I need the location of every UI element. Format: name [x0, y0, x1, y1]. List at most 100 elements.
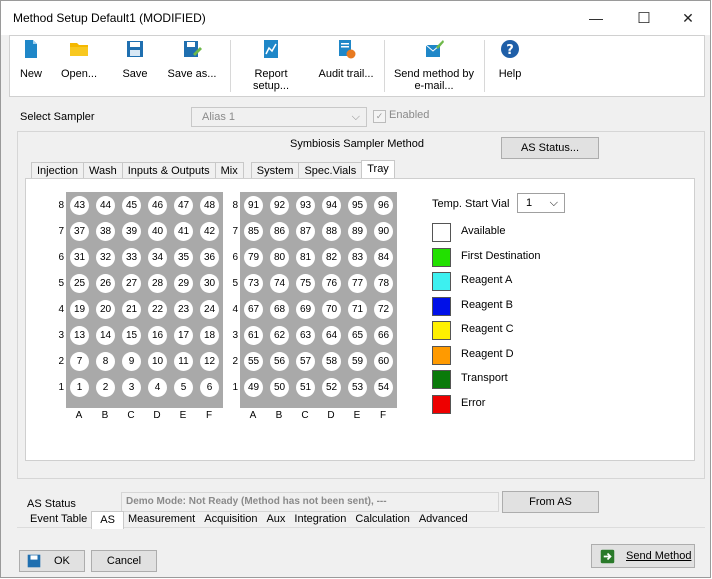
vial[interactable]: 8: [96, 352, 115, 371]
vial[interactable]: 46: [148, 196, 167, 215]
vial[interactable]: 57: [296, 352, 315, 371]
vial[interactable]: 11: [174, 352, 193, 371]
vial[interactable]: 9: [122, 352, 141, 371]
vial[interactable]: 34: [148, 248, 167, 267]
cancel-button[interactable]: Cancel: [91, 550, 157, 572]
vial[interactable]: 20: [96, 300, 115, 319]
vial[interactable]: 4: [148, 378, 167, 397]
tab-integration[interactable]: Integration: [289, 511, 351, 528]
vial[interactable]: 43: [70, 196, 89, 215]
vial[interactable]: 25: [70, 274, 89, 293]
help-button[interactable]: ? Help: [494, 39, 526, 80]
vial[interactable]: 38: [96, 222, 115, 241]
vial[interactable]: 5: [174, 378, 193, 397]
send-by-email-button[interactable]: Send method by e-mail...: [392, 39, 476, 92]
vial[interactable]: 62: [270, 326, 289, 345]
vial[interactable]: 73: [244, 274, 263, 293]
vial[interactable]: 36: [200, 248, 219, 267]
vial[interactable]: 49: [244, 378, 263, 397]
vial[interactable]: 10: [148, 352, 167, 371]
vial[interactable]: 94: [322, 196, 341, 215]
vial[interactable]: 85: [244, 222, 263, 241]
vial[interactable]: 44: [96, 196, 115, 215]
vial[interactable]: 35: [174, 248, 193, 267]
vial[interactable]: 52: [322, 378, 341, 397]
vial[interactable]: 80: [270, 248, 289, 267]
vial[interactable]: 82: [322, 248, 341, 267]
vial[interactable]: 76: [322, 274, 341, 293]
vial[interactable]: 71: [348, 300, 367, 319]
new-button[interactable]: New: [14, 39, 48, 80]
save-as-button[interactable]: Save as...: [164, 39, 220, 80]
vial[interactable]: 54: [374, 378, 393, 397]
vial[interactable]: 51: [296, 378, 315, 397]
enabled-checkbox[interactable]: ✓: [373, 110, 386, 123]
vial[interactable]: 2: [96, 378, 115, 397]
vial[interactable]: 74: [270, 274, 289, 293]
vial[interactable]: 91: [244, 196, 263, 215]
vial[interactable]: 88: [322, 222, 341, 241]
vial[interactable]: 93: [296, 196, 315, 215]
vial[interactable]: 42: [200, 222, 219, 241]
maximize-button[interactable]: ☐: [621, 1, 667, 35]
sampler-select[interactable]: Alias 1 ⌵: [191, 107, 367, 127]
ok-button[interactable]: OK: [19, 550, 85, 572]
tab-calculation[interactable]: Calculation: [350, 511, 414, 528]
vial[interactable]: 95: [348, 196, 367, 215]
vial[interactable]: 60: [374, 352, 393, 371]
vial[interactable]: 14: [96, 326, 115, 345]
tab-advanced[interactable]: Advanced: [414, 511, 473, 528]
vial[interactable]: 6: [200, 378, 219, 397]
tab-as[interactable]: AS: [91, 511, 124, 529]
vial[interactable]: 45: [122, 196, 141, 215]
vial[interactable]: 78: [374, 274, 393, 293]
vial[interactable]: 50: [270, 378, 289, 397]
close-button[interactable]: ✕: [665, 1, 711, 35]
vial[interactable]: 26: [96, 274, 115, 293]
vial[interactable]: 69: [296, 300, 315, 319]
vial[interactable]: 33: [122, 248, 141, 267]
vial[interactable]: 23: [174, 300, 193, 319]
vial[interactable]: 27: [122, 274, 141, 293]
vial[interactable]: 72: [374, 300, 393, 319]
vial[interactable]: 67: [244, 300, 263, 319]
vial[interactable]: 84: [374, 248, 393, 267]
vial[interactable]: 68: [270, 300, 289, 319]
vial[interactable]: 81: [296, 248, 315, 267]
minimize-button[interactable]: —: [573, 1, 619, 35]
vial[interactable]: 21: [122, 300, 141, 319]
tab-measurement[interactable]: Measurement: [123, 511, 200, 528]
vial[interactable]: 18: [200, 326, 219, 345]
as-status-button[interactable]: AS Status...: [501, 137, 599, 159]
temp-start-vial-select[interactable]: 1 ⌵: [517, 193, 565, 213]
tab-event-table[interactable]: Event Table: [25, 511, 92, 528]
vial[interactable]: 1: [70, 378, 89, 397]
vial[interactable]: 19: [70, 300, 89, 319]
vial[interactable]: 7: [70, 352, 89, 371]
open-button[interactable]: Open...: [54, 39, 104, 80]
vial[interactable]: 66: [374, 326, 393, 345]
vial[interactable]: 41: [174, 222, 193, 241]
vial[interactable]: 65: [348, 326, 367, 345]
vial[interactable]: 89: [348, 222, 367, 241]
vial[interactable]: 96: [374, 196, 393, 215]
from-as-button[interactable]: From AS: [502, 491, 599, 513]
vial[interactable]: 3: [122, 378, 141, 397]
vial[interactable]: 24: [200, 300, 219, 319]
vial[interactable]: 12: [200, 352, 219, 371]
vial[interactable]: 58: [322, 352, 341, 371]
vial[interactable]: 61: [244, 326, 263, 345]
vial[interactable]: 64: [322, 326, 341, 345]
tab-acquisition[interactable]: Acquisition: [199, 511, 262, 528]
vial[interactable]: 15: [122, 326, 141, 345]
vial[interactable]: 17: [174, 326, 193, 345]
tab-tray[interactable]: Tray: [361, 160, 395, 180]
vial[interactable]: 31: [70, 248, 89, 267]
vial[interactable]: 37: [70, 222, 89, 241]
vial[interactable]: 16: [148, 326, 167, 345]
vial[interactable]: 56: [270, 352, 289, 371]
vial[interactable]: 53: [348, 378, 367, 397]
vial[interactable]: 90: [374, 222, 393, 241]
vial[interactable]: 59: [348, 352, 367, 371]
vial[interactable]: 55: [244, 352, 263, 371]
